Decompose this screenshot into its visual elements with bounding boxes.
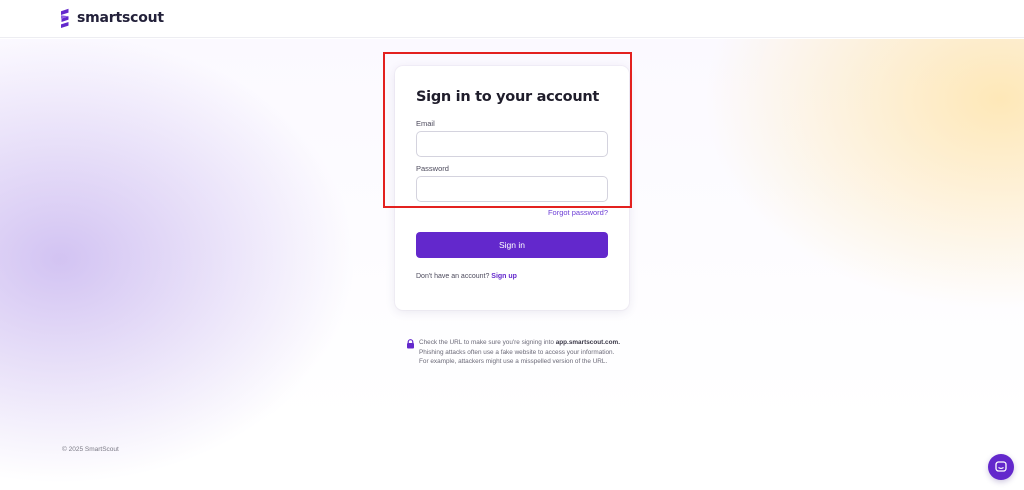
security-text-warning: Phishing attacks often use a fake websit… <box>419 348 615 366</box>
password-field[interactable] <box>416 176 608 202</box>
chat-launcher-button[interactable] <box>988 454 1014 480</box>
smartscout-logo-icon <box>61 8 69 28</box>
page-title: Sign in to your account <box>416 89 599 105</box>
security-text-intro: Check the URL to make sure you're signin… <box>419 339 554 346</box>
forgot-password-link[interactable]: Forgot password? <box>548 208 608 217</box>
top-bar: smartscout <box>0 0 1024 38</box>
email-label: Email <box>416 119 435 128</box>
security-notice: Check the URL to make sure you're signin… <box>406 338 621 367</box>
brand-logo[interactable]: smartscout <box>60 8 164 28</box>
password-label: Password <box>416 164 449 173</box>
security-domain: app.smartscout.com. <box>555 339 620 346</box>
signup-row: Don't have an account? Sign up <box>416 273 517 280</box>
copyright-text: © 2025 SmartScout <box>62 446 119 453</box>
chat-bubble-icon <box>995 461 1007 472</box>
login-card: Sign in to your account Email Password F… <box>395 66 629 310</box>
security-notice-text: Check the URL to make sure you're signin… <box>419 338 621 367</box>
email-field[interactable] <box>416 131 608 157</box>
lock-icon <box>407 339 414 349</box>
sign-in-button[interactable]: Sign in <box>416 232 608 258</box>
sign-up-link[interactable]: Sign up <box>491 273 517 280</box>
brand-name: smartscout <box>77 10 164 26</box>
signup-prompt: Don't have an account? <box>416 273 490 280</box>
